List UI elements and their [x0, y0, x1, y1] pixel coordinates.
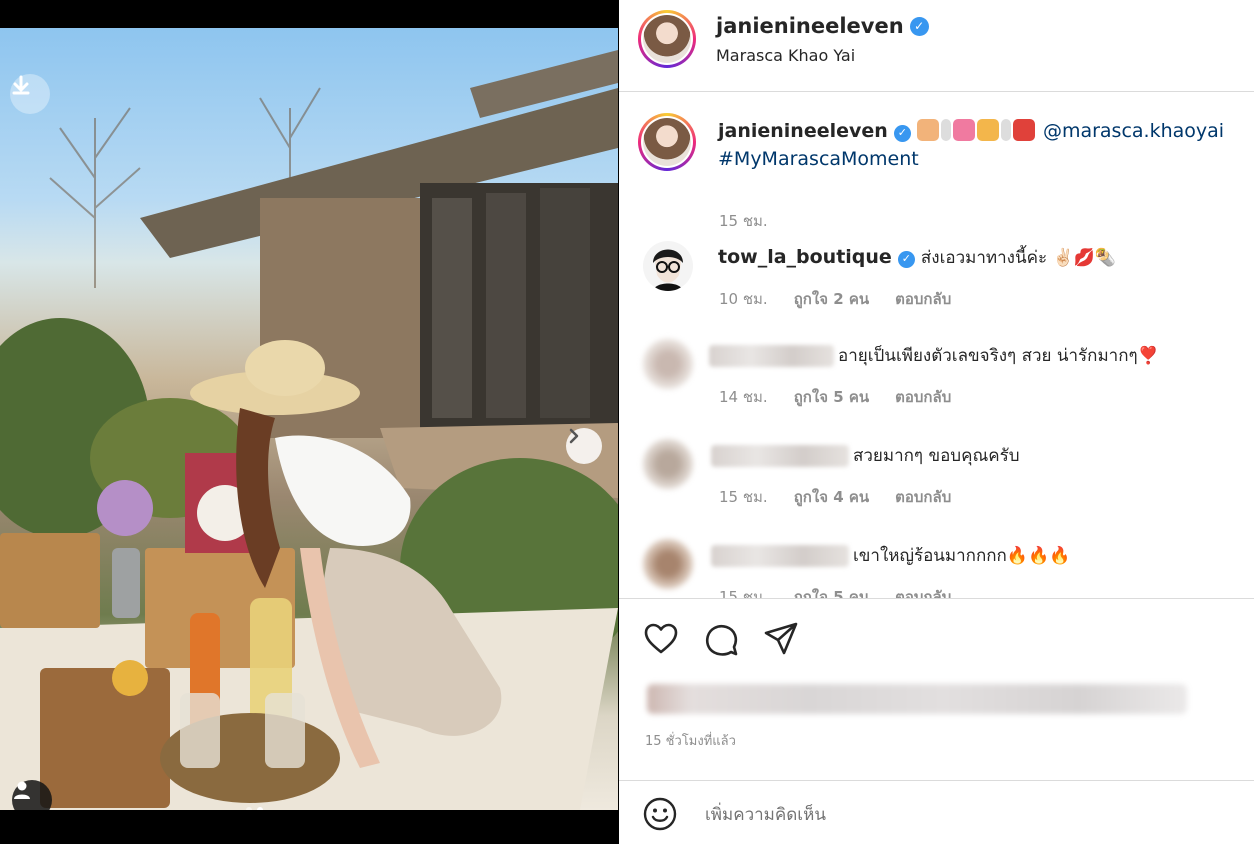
commenter-avatar[interactable]: [643, 339, 693, 389]
carousel-dot: [246, 807, 252, 810]
comment-time[interactable]: 15 ชม.: [719, 585, 768, 598]
carousel-dot: [257, 807, 263, 810]
caption-mention-link[interactable]: @marasca.khaoyai: [1043, 120, 1224, 142]
photo-illustration: [0, 50, 618, 810]
comment-reply-button[interactable]: ตอบกลับ: [895, 385, 951, 409]
comment-item: สวยมากๆ ขอบคุณครับ 15 ชม. ถูกใจ 4 คน ตอบ…: [619, 439, 1254, 519]
comment-username-blurred[interactable]: [709, 344, 834, 367]
comment-time[interactable]: 10 ชม.: [719, 287, 768, 311]
smiley-icon[interactable]: [643, 797, 677, 831]
caption-emojis: [916, 119, 1043, 142]
comment-item: อายุเป็นเพียงตัวเลขจริงๆ สวย น่ารักมากๆ❣…: [619, 339, 1254, 419]
comment-reply-button[interactable]: ตอบกลับ: [895, 485, 951, 509]
comment-likes[interactable]: ถูกใจ 4 คน: [794, 485, 869, 509]
comment-meta: 15 ชม. ถูกใจ 5 คน ตอบกลับ: [719, 585, 951, 598]
caption-text: janienineeleven ✓ @marasca.khaoyai #MyMa…: [718, 117, 1240, 173]
comment-username[interactable]: tow_la_boutique: [718, 246, 892, 268]
comment-item: tow_la_boutique ✓ ส่งเอวมาทางนี้ค่ะ ✌🏻💋🌯…: [619, 241, 1254, 321]
comment-reply-button[interactable]: ตอบกลับ: [895, 585, 951, 598]
comment-body: เขาใหญ่ร้อนมากกกก🔥🔥🔥: [853, 546, 1071, 566]
comment-text: อายุเป็นเพียงตัวเลขจริงๆ สวย น่ารักมากๆ❣…: [709, 341, 1240, 370]
download-button[interactable]: [10, 74, 50, 114]
comment-meta: 10 ชม. ถูกใจ 2 คน ตอบกลับ: [719, 287, 951, 311]
heart-icon[interactable]: [643, 621, 679, 657]
comment-likes[interactable]: ถูกใจ 5 คน: [794, 385, 869, 409]
commenter-avatar[interactable]: [643, 241, 693, 291]
add-comment-input[interactable]: [705, 801, 1205, 829]
comment-text: เขาใหญ่ร้อนมากกกก🔥🔥🔥: [711, 541, 1240, 570]
chevron-right-icon: [569, 428, 579, 444]
comment-text: tow_la_boutique ✓ ส่งเอวมาทางนี้ค่ะ ✌🏻💋🌯: [718, 243, 1240, 272]
comment-icon[interactable]: [703, 621, 739, 657]
comment-text: สวยมากๆ ขอบคุณครับ: [711, 441, 1240, 470]
commenter-avatar[interactable]: [643, 539, 693, 589]
author-username-text[interactable]: janienineeleven: [716, 14, 904, 38]
carousel-indicator: [246, 807, 263, 810]
comment-body: สวยมากๆ ขอบคุณครับ: [853, 446, 1020, 466]
comment-username-blurred[interactable]: [711, 544, 849, 567]
comment-body: ส่งเอวมาทางนี้ค่ะ ✌🏻💋🌯: [920, 248, 1116, 268]
comment-likes[interactable]: ถูกใจ 2 คน: [794, 287, 869, 311]
post-location[interactable]: Marasca Khao Yai: [716, 46, 855, 65]
send-icon[interactable]: [763, 621, 799, 657]
post-caption: janienineeleven ✓ @marasca.khaoyai #MyMa…: [619, 113, 1254, 230]
caption-time[interactable]: 15 ชม.: [719, 209, 768, 233]
commenter-avatar[interactable]: [643, 439, 693, 489]
author-avatar[interactable]: [638, 10, 696, 68]
comment-likes[interactable]: ถูกใจ 5 คน: [794, 585, 869, 598]
post-actions-bar: [619, 598, 1254, 668]
liked-by-blurred: [647, 684, 1187, 714]
author-username[interactable]: janienineeleven ✓: [716, 14, 929, 38]
verified-badge-icon: ✓: [893, 124, 911, 142]
post-header: janienineeleven ✓ Marasca Khao Yai: [619, 0, 1254, 92]
post-timestamp[interactable]: 15 ชั่วโมงที่แล้ว: [645, 730, 736, 751]
caption-author-avatar[interactable]: [638, 113, 696, 171]
comments-list: janienineeleven ✓ @marasca.khaoyai #MyMa…: [619, 93, 1254, 598]
caption-hashtag-link[interactable]: #MyMarascaMoment: [718, 148, 919, 170]
verified-badge-icon: ✓: [897, 250, 915, 268]
download-icon: [12, 75, 30, 95]
caption-meta: 15 ชม.: [719, 209, 768, 233]
post-photo[interactable]: [0, 28, 618, 810]
comment-username-blurred[interactable]: [711, 444, 849, 467]
post-details-panel: janienineeleven ✓ Marasca Khao Yai janie…: [619, 0, 1254, 844]
post-media: [0, 0, 618, 844]
comment-time[interactable]: 15 ชม.: [719, 485, 768, 509]
comment-composer: [619, 780, 1254, 844]
caption-username[interactable]: janienineeleven: [718, 120, 888, 142]
comment-meta: 15 ชม. ถูกใจ 4 คน ตอบกลับ: [719, 485, 951, 509]
comment-item: เขาใหญ่ร้อนมากกกก🔥🔥🔥 15 ชม. ถูกใจ 5 คน ต…: [619, 539, 1254, 598]
comment-body: อายุเป็นเพียงตัวเลขจริงๆ สวย น่ารักมากๆ❣…: [838, 346, 1159, 366]
user-tag-icon: [14, 781, 30, 799]
comment-reply-button[interactable]: ตอบกลับ: [895, 287, 951, 311]
carousel-next-button[interactable]: [566, 428, 602, 464]
verified-badge-icon: ✓: [909, 16, 929, 36]
commenter-avatar-image: [653, 249, 683, 291]
comment-meta: 14 ชม. ถูกใจ 5 คน ตอบกลับ: [719, 385, 951, 409]
comment-time[interactable]: 14 ชม.: [719, 385, 768, 409]
